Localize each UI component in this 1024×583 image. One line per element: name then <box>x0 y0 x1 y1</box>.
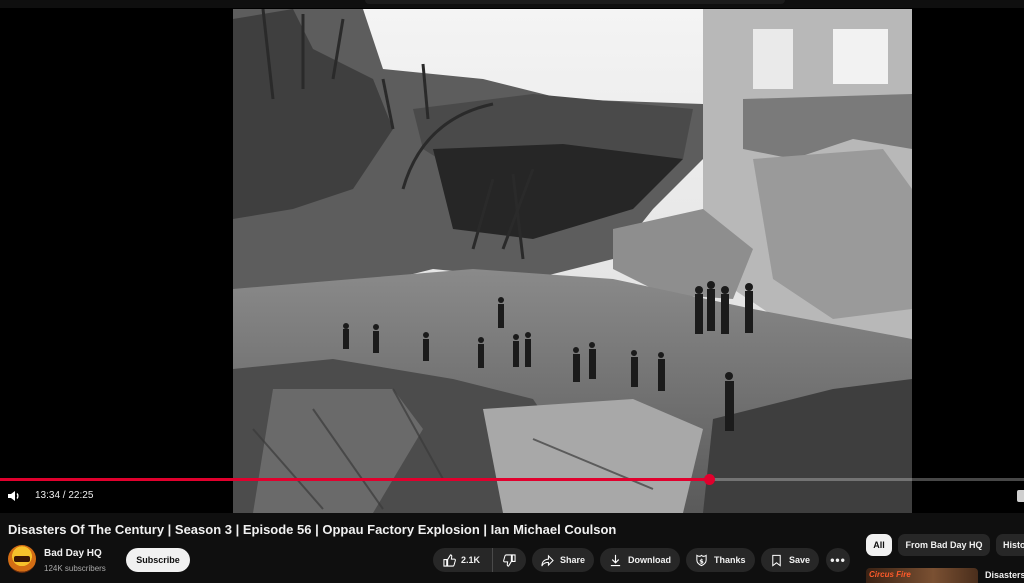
share-label: Share <box>560 555 586 565</box>
thanks-label: Thanks <box>714 555 746 565</box>
fullscreen-control-edge[interactable] <box>1017 490 1024 502</box>
like-dislike-group: 2.1K <box>433 548 526 572</box>
video-player[interactable]: 13:34 / 22:25 <box>0 0 1024 513</box>
player-controls: 13:34 / 22:25 <box>0 484 1024 510</box>
share-icon <box>541 554 554 566</box>
recommended-video-title[interactable]: Disasters <box>985 570 1024 580</box>
volume-icon[interactable] <box>5 487 23 505</box>
download-icon <box>610 554 621 566</box>
chip-from-channel[interactable]: From Bad Day HQ <box>898 534 990 556</box>
channel-avatar[interactable] <box>8 545 36 573</box>
channel-name[interactable]: Bad Day HQ <box>44 548 102 559</box>
top-strip <box>0 0 1024 8</box>
share-button[interactable]: Share <box>532 548 594 572</box>
dislike-button[interactable] <box>493 548 526 572</box>
download-button[interactable]: Download <box>600 548 680 572</box>
chip-history[interactable]: History <box>996 534 1024 556</box>
like-count: 2.1K <box>461 555 481 565</box>
more-actions-button[interactable]: ••• <box>826 548 850 572</box>
like-button[interactable]: 2.1K <box>433 548 493 572</box>
chip-all[interactable]: All <box>866 534 892 556</box>
video-title: Disasters Of The Century | Season 3 | Ep… <box>8 522 617 537</box>
video-still-image <box>233 9 912 513</box>
svg-text:$: $ <box>699 557 704 565</box>
progress-bar[interactable] <box>0 474 1024 485</box>
save-button[interactable]: Save <box>761 548 819 572</box>
time-display: 13:34 / 22:25 <box>35 490 94 501</box>
bookmark-icon <box>772 554 781 567</box>
progress-played <box>0 478 709 481</box>
thanks-dollar-icon: $ <box>696 553 707 566</box>
recommended-video-thumbnail[interactable]: Circus Fire <box>866 568 978 583</box>
thumbs-down-icon <box>503 553 516 567</box>
subscribe-button[interactable]: Subscribe <box>126 548 190 572</box>
thumbs-up-icon <box>443 553 456 567</box>
thanks-button[interactable]: $ Thanks <box>686 548 755 572</box>
subscriber-count: 124K subscribers <box>44 564 106 573</box>
thumbnail-text: Circus Fire <box>869 570 911 579</box>
save-label: Save <box>789 555 811 565</box>
download-label: Download <box>628 555 671 565</box>
video-frame[interactable] <box>233 9 912 513</box>
